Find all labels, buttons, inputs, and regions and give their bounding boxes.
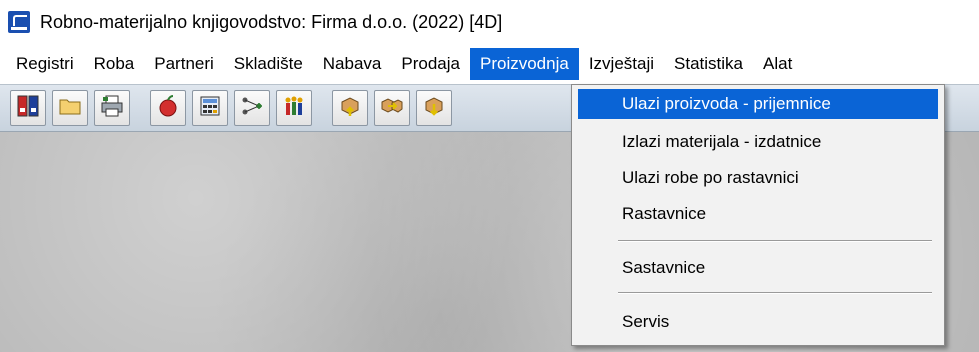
menu-registri[interactable]: Registri	[6, 48, 84, 80]
calculator-icon	[198, 94, 222, 123]
binders-icon	[16, 94, 40, 123]
menu-roba[interactable]: Roba	[84, 48, 145, 80]
network-icon	[240, 94, 264, 123]
calculator-button[interactable]	[192, 90, 228, 126]
menu-skladiste[interactable]: Skladište	[224, 48, 313, 80]
box-right-icon	[380, 94, 404, 123]
proizvodnja-dropdown: Ulazi proizvoda - prijemnice Izlazi mate…	[571, 84, 945, 346]
menu-item-sastavnice[interactable]: Sastavnice	[578, 253, 938, 283]
menu-item-servis[interactable]: Servis	[578, 307, 938, 337]
menu-item-izlazi-materijala[interactable]: Izlazi materijala - izdatnice	[578, 127, 938, 157]
printer-icon	[100, 94, 124, 123]
printer-button[interactable]	[94, 90, 130, 126]
menu-alat[interactable]: Alat	[753, 48, 802, 80]
folder-button[interactable]	[52, 90, 88, 126]
menu-item-ulazi-robe-po-rastavnici[interactable]: Ulazi robe po rastavnici	[578, 163, 938, 193]
people-icon	[282, 94, 306, 123]
folder-icon	[58, 94, 82, 123]
menu-bar: Registri Roba Partneri Skladište Nabava …	[0, 44, 979, 84]
network-button[interactable]	[234, 90, 270, 126]
menu-prodaja[interactable]: Prodaja	[391, 48, 470, 80]
menu-item-ulazi-proizvoda[interactable]: Ulazi proizvoda - prijemnice	[578, 89, 938, 119]
menu-statistika[interactable]: Statistika	[664, 48, 753, 80]
app-logo-icon	[8, 11, 30, 33]
title-bar: Robno-materijalno knjigovodstvo: Firma d…	[0, 0, 979, 44]
binders-button[interactable]	[10, 90, 46, 126]
menu-proizvodnja[interactable]: Proizvodnja	[470, 48, 579, 80]
box-up-button[interactable]	[332, 90, 368, 126]
menu-nabava[interactable]: Nabava	[313, 48, 392, 80]
box-right-button[interactable]	[374, 90, 410, 126]
box-up-icon	[338, 94, 362, 123]
apple-button[interactable]	[150, 90, 186, 126]
box-down-icon	[422, 94, 446, 123]
box-down-button[interactable]	[416, 90, 452, 126]
menu-item-rastavnice[interactable]: Rastavnice	[578, 199, 938, 229]
window-title: Robno-materijalno knjigovodstvo: Firma d…	[40, 11, 503, 32]
menu-separator	[618, 240, 932, 242]
menu-separator	[618, 292, 932, 294]
menu-partneri[interactable]: Partneri	[144, 48, 224, 80]
people-button[interactable]	[276, 90, 312, 126]
menu-izvjestaji[interactable]: Izvještaji	[579, 48, 664, 80]
apple-icon	[156, 94, 180, 123]
